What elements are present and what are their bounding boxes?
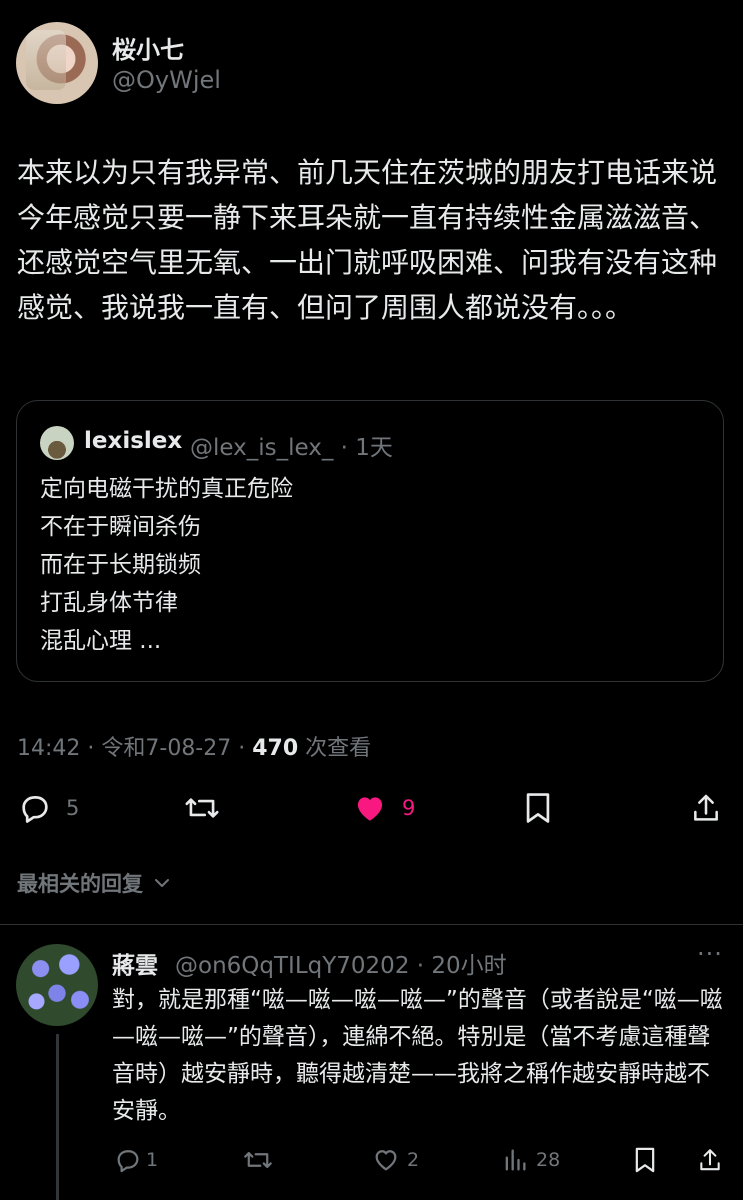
heart-icon [371, 1146, 401, 1174]
reply-like-button[interactable]: 2 [371, 1146, 419, 1174]
quoted-post-text: 定向电磁干扰的真正危险 不在于瞬间杀伤 而在于长期锁频 打乱身体节律 混乱心理 … [40, 470, 700, 660]
share-icon [697, 1146, 723, 1174]
reply-reply-count: 1 [146, 1149, 159, 1171]
thread-line [56, 1034, 59, 1200]
bookmark-button[interactable] [523, 791, 553, 825]
reply-retweet-button[interactable] [243, 1146, 273, 1174]
replies-sort-label: 最相关的回复 [17, 872, 143, 896]
post-text: 本来以为只有我异常、前几天住在茨城的朋友打电话来说今年感觉只要一静下来耳朵就一直… [17, 156, 718, 324]
post-timestamp: 14:42 · 令和7-08-27 · 470 次查看 [17, 730, 371, 762]
views-label: 次查看 [298, 736, 372, 761]
reply-button[interactable]: 5 [18, 791, 79, 825]
replies-sort-dropdown[interactable]: 最相关的回复 [17, 868, 172, 898]
quoted-author-meta: @lex_is_lex_ · 1天 [190, 435, 393, 461]
like-button[interactable]: 9 [352, 791, 415, 825]
author-display-name[interactable]: 桜小七 [112, 30, 184, 65]
reply-icon [114, 1146, 142, 1174]
share-button[interactable] [690, 791, 722, 825]
retweet-icon [243, 1146, 273, 1174]
quoted-line: 定向电磁干扰的真正危险 [40, 476, 293, 502]
retweet-icon [184, 791, 220, 825]
divider [0, 924, 743, 925]
quoted-author-name: lexislex [84, 428, 183, 454]
reply-author-name[interactable]: 蔣雲 [112, 946, 158, 980]
more-icon[interactable]: ··· [697, 940, 723, 968]
quoted-line: 而在于长期锁频 [40, 552, 201, 578]
reply-views-count: 28 [536, 1149, 561, 1171]
reply-author-meta: @on6QqTILqY70202 · 20小时 [175, 953, 507, 979]
analytics-icon [502, 1146, 528, 1174]
reply-share-button[interactable] [697, 1146, 723, 1174]
reply-author-avatar[interactable] [16, 944, 98, 1026]
reply-reply-button[interactable]: 1 [114, 1146, 158, 1174]
heart-icon [352, 791, 388, 825]
reply-icon [18, 791, 52, 825]
author-handle[interactable]: @OyWjel [112, 66, 221, 94]
chevron-down-icon [152, 873, 172, 898]
views-count: 470 [252, 736, 299, 761]
quoted-line: 混乱心理 ... [40, 628, 162, 654]
quoted-line: 打乱身体节律 [40, 590, 178, 616]
quoted-author-avatar [40, 426, 74, 460]
reply-text: 對，就是那種“嗞—嗞—嗞—嗞—”的聲音（或者說是“嗞—嗞—嗞—嗞—”的聲音），連… [112, 987, 723, 1124]
share-icon [690, 791, 722, 825]
reply-analytics-button[interactable]: 28 [502, 1146, 560, 1174]
like-count: 9 [402, 796, 416, 820]
reply-count: 5 [66, 796, 80, 820]
reply-bookmark-button[interactable] [633, 1146, 657, 1174]
author-avatar[interactable] [16, 22, 98, 104]
bookmark-icon [523, 791, 553, 825]
timestamp-text: 14:42 · 令和7-08-27 · [17, 736, 253, 761]
reply-like-count: 2 [407, 1149, 420, 1171]
retweet-button[interactable] [184, 791, 220, 825]
quoted-line: 不在于瞬间杀伤 [40, 514, 201, 540]
bookmark-icon [633, 1146, 657, 1174]
